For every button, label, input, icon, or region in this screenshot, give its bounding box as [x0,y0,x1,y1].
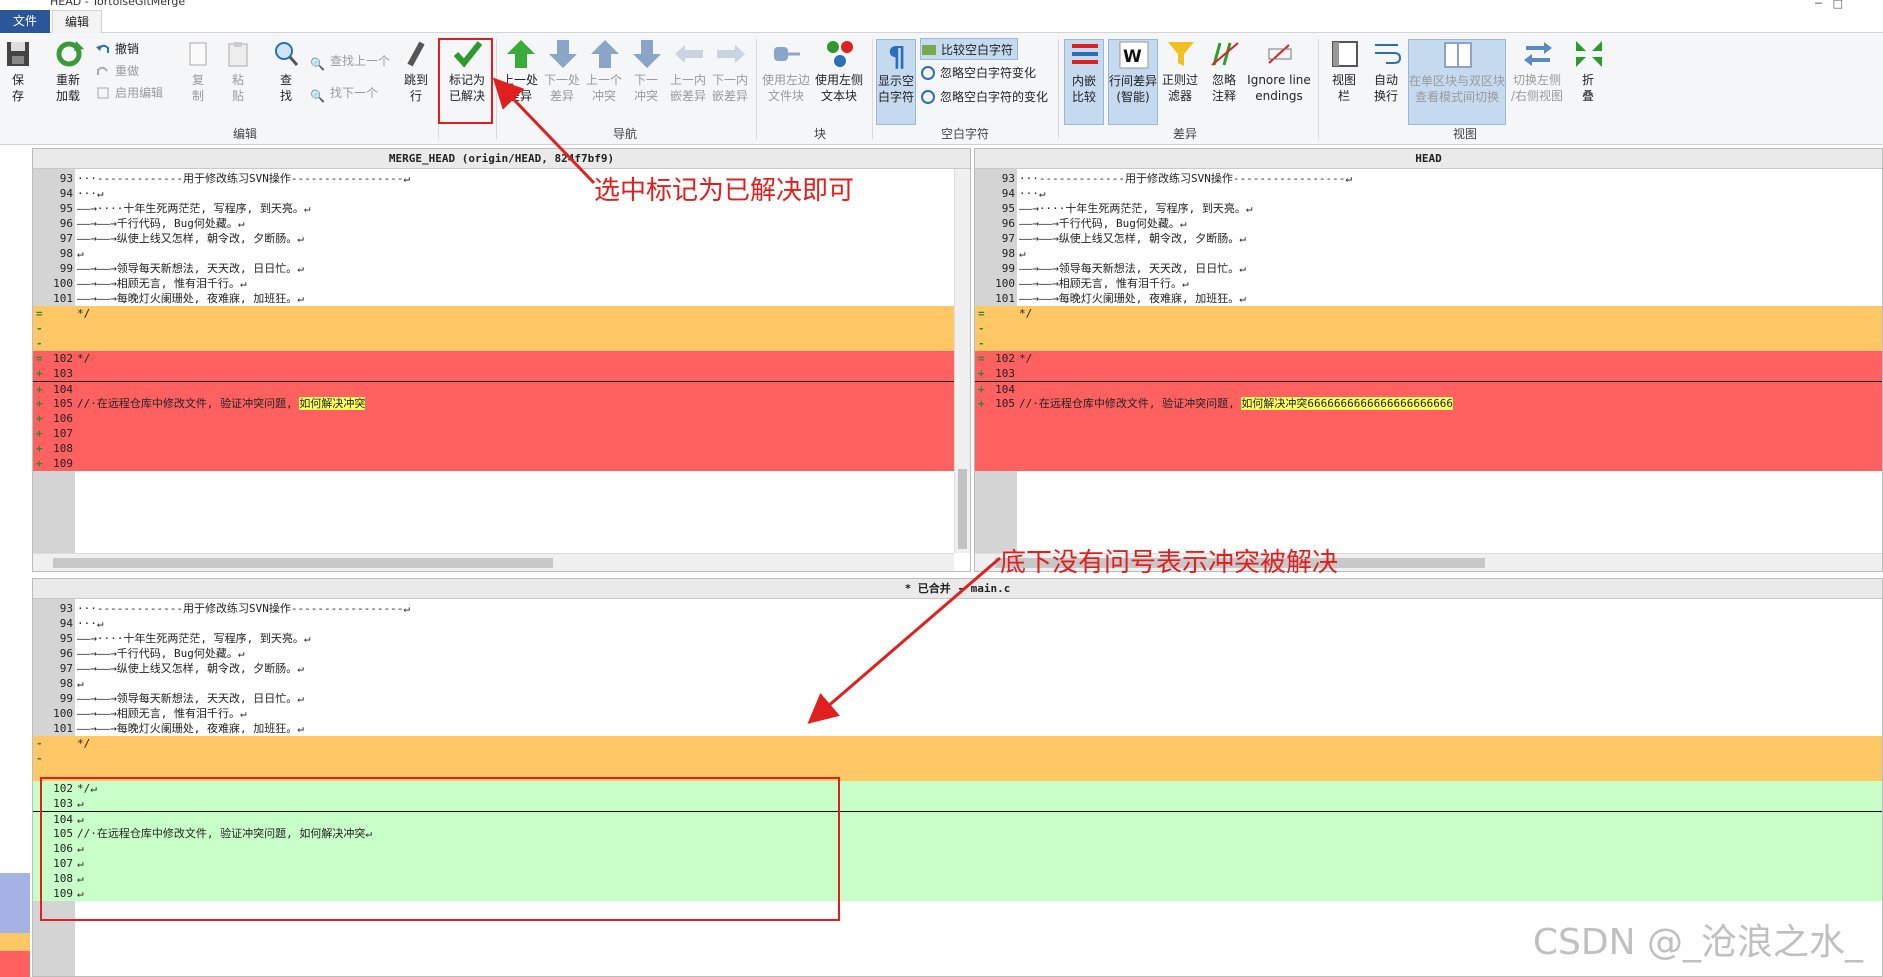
annotation-no-question: 底下没有问号表示冲突被解决 [1000,548,1339,578]
annotation-arrows [492,77,1001,724]
watermark: CSDN @_沧浪之水_ [1532,922,1863,963]
annotation-mark-resolved: 选中标记为已解决即可 [594,176,855,206]
